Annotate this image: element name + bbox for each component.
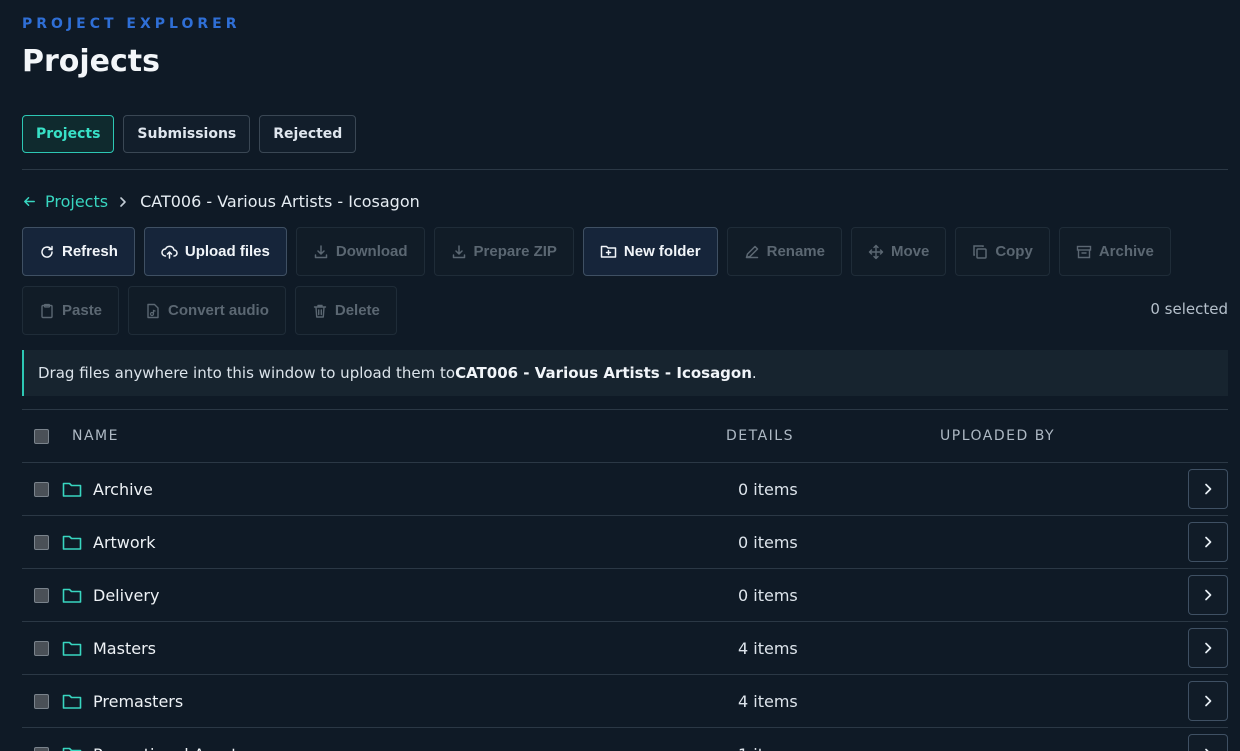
row-checkbox[interactable] (34, 587, 49, 603)
folder-details: 0 items (738, 479, 798, 499)
drag-upload-target: CAT006 - Various Artists - Icosagon (455, 364, 752, 382)
file-table: NAME DETAILS UPLOADED BY Archive 0 items… (22, 409, 1228, 751)
breadcrumb-back-label: Projects (45, 192, 109, 211)
row-checkbox[interactable] (34, 693, 49, 709)
chevron-right-icon (1205, 589, 1212, 601)
table-row[interactable]: Promotional Assets 1 item (22, 728, 1228, 751)
folder-name: Archive (93, 479, 153, 499)
tab-bar: Projects Submissions Rejected (22, 115, 357, 153)
column-details: DETAILS (726, 428, 794, 444)
chevron-right-icon (1205, 483, 1212, 495)
column-name: NAME (72, 428, 119, 444)
rename-button[interactable]: Rename (726, 227, 842, 276)
open-folder-button[interactable] (1188, 522, 1228, 562)
table-row[interactable]: Delivery 0 items (22, 569, 1228, 622)
folder-icon (62, 587, 82, 604)
download-icon (452, 244, 465, 258)
prepare-zip-button[interactable]: Prepare ZIP (433, 227, 574, 276)
chevron-right-icon (1205, 536, 1212, 548)
folder-icon (62, 746, 82, 751)
page-title: Projects (22, 44, 161, 79)
open-folder-button[interactable] (1188, 628, 1228, 668)
refresh-icon (41, 245, 53, 258)
row-checkbox[interactable] (34, 640, 49, 656)
open-folder-button[interactable] (1188, 575, 1228, 615)
selected-count: 0 selected (1150, 300, 1228, 318)
folder-details: 4 items (738, 691, 798, 711)
convert-audio-button[interactable]: Convert audio (128, 286, 286, 335)
folder-details: 0 items (738, 532, 798, 552)
table-row[interactable]: Artwork 0 items (22, 516, 1228, 569)
table-body: Archive 0 items Artwork 0 items Delivery… (22, 463, 1228, 751)
tab-submissions[interactable]: Submissions (123, 115, 251, 153)
breadcrumb-current: CAT006 - Various Artists - Icosagon (140, 192, 420, 211)
tab-rejected[interactable]: Rejected (259, 115, 357, 153)
folder-name: Premasters (93, 691, 184, 711)
folder-name: Promotional Assets (93, 745, 738, 751)
folder-icon (62, 693, 82, 710)
cloud-upload-icon (161, 245, 178, 259)
trash-icon (313, 304, 327, 318)
toolbar-row-secondary: Paste Convert audio Delete (22, 286, 397, 335)
folder-icon (62, 481, 82, 498)
copy-icon (973, 244, 988, 259)
folder-details: 0 items (738, 585, 798, 605)
breadcrumb: Projects CAT006 - Various Artists - Icos… (22, 192, 420, 211)
arrow-left-icon (24, 197, 35, 206)
table-row[interactable]: Archive 0 items (22, 463, 1228, 516)
chevron-right-icon (1205, 642, 1212, 654)
column-uploaded-by: UPLOADED BY (940, 428, 1056, 444)
folder-details: 4 items (738, 638, 798, 658)
folder-name: Delivery (93, 585, 160, 605)
table-header: NAME DETAILS UPLOADED BY (22, 409, 1228, 463)
chevron-right-icon (1205, 695, 1212, 707)
archive-button[interactable]: Archive (1058, 227, 1171, 276)
project-explorer-page: PROJECT EXPLORER Projects Projects Submi… (0, 0, 1240, 751)
archive-box-icon (1076, 245, 1092, 258)
copy-button[interactable]: Copy (955, 227, 1050, 276)
breadcrumb-back-link[interactable]: Projects (22, 192, 108, 211)
clipboard-icon (41, 303, 53, 318)
move-icon (868, 244, 884, 259)
select-all-checkbox[interactable] (34, 428, 49, 444)
folder-plus-icon (600, 245, 617, 258)
header-divider (22, 169, 1228, 170)
folder-details: 1 item (738, 745, 789, 751)
row-checkbox[interactable] (34, 481, 49, 497)
open-folder-button[interactable] (1188, 734, 1228, 751)
drag-upload-hint: Drag files anywhere into this window to … (22, 350, 1228, 396)
table-row[interactable]: Premasters 4 items (22, 675, 1228, 728)
pencil-icon (745, 245, 758, 258)
table-row[interactable]: Masters 4 items (22, 622, 1228, 675)
file-audio-icon (147, 303, 159, 318)
folder-name: Masters (93, 638, 156, 658)
refresh-button[interactable]: Refresh (22, 227, 135, 276)
chevron-right-icon (118, 196, 128, 208)
download-button[interactable]: Download (295, 227, 425, 276)
download-icon (314, 244, 328, 258)
open-folder-button[interactable] (1188, 469, 1228, 509)
delete-button[interactable]: Delete (294, 286, 397, 335)
row-checkbox[interactable] (34, 746, 49, 751)
folder-icon (62, 640, 82, 657)
open-folder-button[interactable] (1188, 681, 1228, 721)
chevron-right-icon (1205, 748, 1209, 751)
folder-name: Artwork (93, 532, 156, 552)
upload-files-button[interactable]: Upload files (143, 227, 287, 276)
paste-button[interactable]: Paste (22, 286, 120, 335)
new-folder-button[interactable]: New folder (582, 227, 718, 276)
tab-projects[interactable]: Projects (22, 115, 115, 153)
section-eyebrow: PROJECT EXPLORER (22, 16, 241, 32)
folder-icon (62, 534, 82, 551)
row-checkbox[interactable] (34, 534, 49, 550)
move-button[interactable]: Move (850, 227, 947, 276)
toolbar-row-primary: Refresh Upload files Download Prepare ZI… (22, 227, 1171, 276)
